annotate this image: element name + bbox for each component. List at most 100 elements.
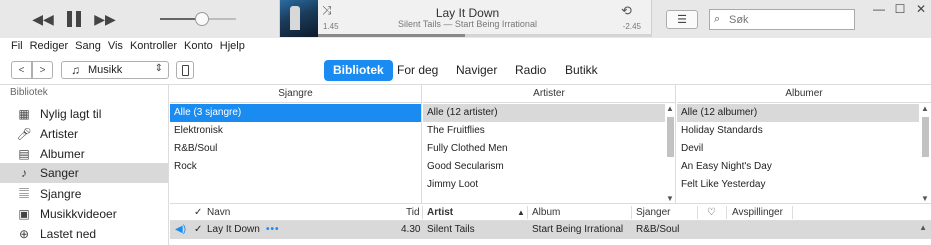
music-note-icon: ♪: [21, 166, 27, 180]
genre-column-header[interactable]: Sjanger: [636, 204, 670, 221]
album-column-header[interactable]: Album: [532, 204, 560, 221]
scroll-down-icon[interactable]: ▼: [666, 194, 674, 203]
sidebar-item-downloaded[interactable]: ⊕ Lastet ned: [0, 224, 168, 244]
remaining-time: -2.45: [622, 22, 641, 31]
elapsed-time: 1.45: [323, 22, 339, 31]
now-playing-subtitle: Silent Tails — Start Being Irrational: [398, 19, 537, 29]
column-divider: [792, 206, 793, 219]
check-column-header[interactable]: ✓: [194, 204, 202, 221]
song-album: Start Being Irrational: [532, 224, 624, 235]
menu-help[interactable]: Hjelp: [220, 38, 245, 56]
artist-row[interactable]: Good Secularism: [423, 158, 665, 176]
menu-file[interactable]: Fil: [11, 38, 23, 56]
media-type-selector[interactable]: ♫ Musikk ⇕: [61, 61, 169, 79]
tab-store[interactable]: Butikk: [556, 60, 607, 81]
menu-edit[interactable]: Rediger: [30, 38, 69, 56]
scroll-thumb[interactable]: [922, 117, 929, 157]
album-artwork[interactable]: [280, 0, 318, 37]
more-options-icon[interactable]: •••: [266, 221, 280, 239]
forward-button[interactable]: >: [32, 61, 53, 79]
repeat-icon[interactable]: ⟲: [621, 3, 639, 18]
menu-account[interactable]: Konto: [184, 38, 213, 56]
album-row[interactable]: Holiday Standards: [677, 122, 919, 140]
sidebar-item-genres[interactable]: 𝄚 Sjangre: [0, 184, 168, 204]
microphone-icon: 🎤︎: [16, 127, 32, 141]
shuffle-icon[interactable]: ⤨: [322, 3, 340, 17]
time-column-header[interactable]: Tid: [406, 204, 420, 221]
calendar-grid-icon: ▦: [18, 107, 30, 121]
album-column: Albumer Alle (12 albumer) Holiday Standa…: [677, 85, 931, 203]
plays-column-header[interactable]: Avspillinger: [732, 204, 783, 221]
tab-library[interactable]: Bibliotek: [324, 60, 393, 81]
search-box[interactable]: ⌕: [709, 9, 855, 30]
table-row[interactable]: ◀) ✓ Lay It Down ••• 4.30 Silent Tails S…: [170, 221, 931, 239]
media-type-label: Musikk: [88, 64, 123, 76]
sidebar-item-artists[interactable]: 🎤︎ Artister: [0, 124, 168, 144]
song-name: Lay It Down: [207, 224, 260, 235]
pause-button[interactable]: [62, 6, 86, 32]
genre-row[interactable]: R&B/Soul: [170, 140, 421, 158]
album-stack-icon: ▤: [18, 147, 30, 161]
maximize-icon[interactable]: ☐: [891, 2, 909, 16]
album-row[interactable]: Alle (12 albumer): [677, 104, 919, 122]
tab-radio[interactable]: Radio: [506, 60, 555, 81]
sidebar-heading: Bibliotek: [10, 87, 48, 98]
sidebar-item-label: Albumer: [40, 147, 85, 161]
progress-bar[interactable]: [318, 34, 652, 37]
album-row[interactable]: Devil: [677, 140, 919, 158]
sidebar-item-label: Sanger: [40, 166, 79, 180]
up-next-list-button[interactable]: ☰: [666, 10, 698, 29]
back-button[interactable]: <: [11, 61, 32, 79]
sidebar-item-label: Sjangre: [40, 187, 82, 201]
sort-ascending-icon: ▲: [517, 208, 525, 217]
search-icon: ⌕: [714, 13, 721, 25]
scroll-down-icon[interactable]: ▼: [921, 194, 929, 203]
device-button[interactable]: [176, 61, 194, 79]
genre-column: Sjangre Alle (3 sjangre) Elektronisk R&B…: [170, 85, 422, 203]
column-divider: [726, 206, 727, 219]
album-row[interactable]: An Easy Night's Day: [677, 158, 919, 176]
artist-scrollbar[interactable]: ▲ ▼: [665, 103, 675, 203]
sidebar-item-label: Lastet ned: [40, 227, 97, 241]
scroll-up-icon[interactable]: ▲: [921, 104, 929, 113]
tab-browse[interactable]: Naviger: [447, 60, 506, 81]
song-time: 4.30: [401, 224, 421, 235]
album-scrollbar[interactable]: ▲ ▼: [920, 103, 930, 203]
genre-row[interactable]: Alle (3 sjangre): [170, 104, 421, 122]
artist-column-header[interactable]: Artist: [427, 204, 453, 221]
sidebar-item-albums[interactable]: ▤ Albumer: [0, 144, 168, 164]
sidebar-item-music-videos[interactable]: ▣ Musikkvideoer: [0, 204, 168, 224]
artist-row[interactable]: Fully Clothed Men: [423, 140, 665, 158]
search-input[interactable]: [729, 12, 849, 27]
menu-controls[interactable]: Kontroller: [130, 38, 177, 56]
rewind-button[interactable]: ◀◀: [30, 8, 56, 30]
menu-view[interactable]: Vis: [108, 38, 123, 56]
artist-column: Artister Alle (12 artister) The Fruitfli…: [423, 85, 676, 203]
speaker-icon: ◀): [175, 224, 187, 235]
artist-row[interactable]: The Fruitflies: [423, 122, 665, 140]
name-column-header[interactable]: Navn: [207, 204, 230, 221]
heart-icon[interactable]: ♡: [707, 204, 716, 221]
artist-row[interactable]: Jimmy Loot: [423, 176, 665, 194]
song-check[interactable]: ✓: [194, 221, 202, 239]
genre-row[interactable]: Rock: [170, 158, 421, 176]
download-circle-icon: ⊕: [18, 227, 30, 241]
scroll-up-icon[interactable]: ▲: [666, 104, 674, 113]
fast-forward-button[interactable]: ▶▶: [92, 8, 118, 30]
menu-song[interactable]: Sang: [75, 38, 101, 56]
music-note-icon: ♫: [71, 63, 80, 77]
sidebar-item-recently-added[interactable]: ▦ Nylig lagt til: [0, 104, 168, 124]
sidebar-item-songs[interactable]: ♪ Sanger: [0, 163, 168, 183]
column-divider: [631, 206, 632, 219]
genre-row[interactable]: Elektronisk: [170, 122, 421, 140]
scroll-up-icon[interactable]: ▲: [919, 223, 927, 232]
sidebar-item-label: Artister: [40, 127, 79, 141]
scroll-thumb[interactable]: [667, 117, 674, 157]
artist-row[interactable]: Alle (12 artister): [423, 104, 665, 122]
minimize-icon[interactable]: —: [870, 2, 888, 16]
volume-knob[interactable]: [195, 12, 209, 26]
close-icon[interactable]: ✕: [912, 2, 930, 16]
song-list-header: ✓ Navn Tid Artist ▲ Album Sjanger ♡ Avsp…: [170, 203, 931, 221]
tab-for-you[interactable]: For deg: [388, 60, 447, 81]
album-row[interactable]: Felt Like Yesterday: [677, 176, 919, 194]
